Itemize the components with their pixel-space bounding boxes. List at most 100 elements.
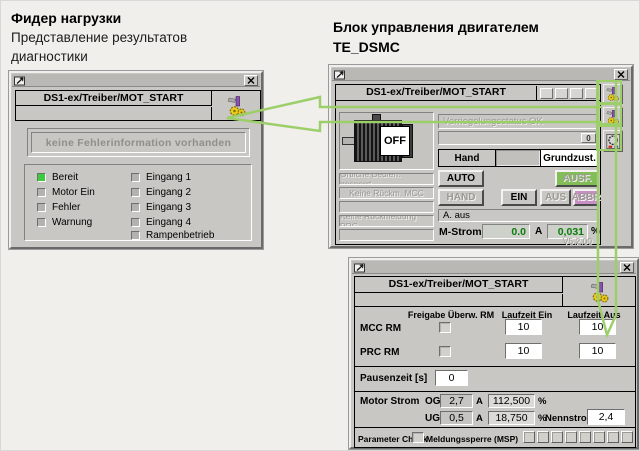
heading-left: Фидер нагрузки Представление результатов… xyxy=(11,8,187,66)
window1-subheader-bar xyxy=(16,107,212,120)
msp-checkbox[interactable] xyxy=(523,431,535,443)
row-label-prc: PRC RM xyxy=(360,347,399,358)
faceplate-icon-button-1[interactable] xyxy=(603,84,623,104)
alarm-cell xyxy=(540,88,553,99)
mstrom-label: M-Strom xyxy=(439,226,482,238)
status-bar-empty-2 xyxy=(339,229,434,241)
msp-checkbox[interactable] xyxy=(537,431,549,443)
indicator-label: Bereit xyxy=(52,172,78,183)
led-eingang-1 xyxy=(131,173,140,182)
close-button[interactable] xyxy=(244,75,258,86)
msp-checkbox[interactable] xyxy=(551,431,563,443)
pause-field[interactable]: 0 xyxy=(435,370,468,386)
og-pct-field[interactable]: 112,500 xyxy=(488,394,535,408)
no-error-message: keine Fehlerinformation vorhanden xyxy=(46,137,232,149)
prc-laufzeit-aus-field[interactable]: 10 xyxy=(579,343,616,359)
window-motor-control: DS1-ex/Treiber/MOT_START OFF Örtliche Be… xyxy=(329,65,633,248)
status-bar-prc: Keine Rückmeldung PRC xyxy=(339,215,434,227)
window3-panel: DS1-ex/Treiber/MOT_START Freigabe Überw.… xyxy=(354,276,636,448)
mode-middle-cell xyxy=(496,150,540,166)
mstrom-pct-unit: % xyxy=(591,226,600,237)
window2-header: DS1-ex/Treiber/MOT_START xyxy=(336,85,600,101)
col-header-freigabe: Freigabe Überw. RM xyxy=(401,310,501,320)
tools-icon xyxy=(590,281,610,303)
divider xyxy=(355,366,635,367)
status-bar-mcc: Keine Rückm. MCC xyxy=(339,187,434,199)
window-parameters: DS1-ex/Treiber/MOT_START Freigabe Überw.… xyxy=(349,258,639,449)
ack-button[interactable]: 0 xyxy=(581,133,596,143)
prc-rm-checkbox[interactable] xyxy=(439,346,451,357)
alarm-cell xyxy=(555,88,568,99)
aus-button[interactable]: AUS xyxy=(540,189,571,206)
tools-icon xyxy=(606,109,620,125)
status-bar-local-op: Örtliche Bedien. gesperrt xyxy=(339,173,434,185)
indicator-label: Motor Ein xyxy=(52,187,95,198)
indicator-label: Rampenbetrieb xyxy=(146,230,214,241)
close-button[interactable] xyxy=(620,262,634,273)
mstrom-amps-field: 0.0 xyxy=(482,224,530,239)
led-eingang-3 xyxy=(131,203,140,212)
window-icon xyxy=(334,69,346,80)
auto-button[interactable]: AUTO xyxy=(438,170,484,187)
pause-label: Pausenzeit [s] xyxy=(360,373,427,384)
version-label: V5.2.00 xyxy=(563,236,592,246)
msp-checkbox[interactable] xyxy=(607,431,619,443)
mcc-laufzeit-aus-field[interactable]: 10 xyxy=(579,319,616,335)
mcc-laufzeit-ein-field[interactable]: 10 xyxy=(505,319,542,335)
heading-right-line1: Блок управления двигателем xyxy=(333,17,539,37)
ug-pct-field[interactable]: 18,750 xyxy=(488,411,535,425)
ug-unit: A xyxy=(476,413,483,424)
mcc-rm-checkbox[interactable] xyxy=(439,322,451,333)
ein-button[interactable]: EIN xyxy=(501,189,537,206)
alarm-cell-strip xyxy=(536,86,598,100)
abbr-button[interactable]: ABBR xyxy=(573,189,599,206)
indicator-label: Warnung xyxy=(52,217,92,228)
indicator-label: Eingang 1 xyxy=(146,172,191,183)
motor-state-box: OFF xyxy=(380,126,410,156)
window3-subheader-bar xyxy=(355,294,563,306)
row-label-mcc: MCC RM xyxy=(360,323,401,334)
window2-titlebar[interactable] xyxy=(332,68,630,81)
screenshot-canvas: Фидер нагрузки Представление результатов… xyxy=(0,0,640,451)
msp-checkbox[interactable] xyxy=(579,431,591,443)
parameter-icon-button[interactable] xyxy=(603,130,623,152)
alarm-cell xyxy=(585,88,598,99)
faceplate-icon-button-2[interactable] xyxy=(603,107,623,127)
indicator-label: Eingang 3 xyxy=(146,202,191,213)
led-warnung xyxy=(37,218,46,227)
tools-icon xyxy=(227,95,247,117)
heading-left-sub2: диагностики xyxy=(11,47,187,66)
og-unit: A xyxy=(476,396,483,407)
led-eingang-4 xyxy=(131,218,140,227)
prc-laufzeit-ein-field[interactable]: 10 xyxy=(505,343,542,359)
faceplate-title: DS1-ex/Treiber/MOT_START xyxy=(16,91,212,106)
indicator-groupbox: Bereit Motor Ein Fehler Warnung Eingang … xyxy=(24,164,252,241)
msp-checkbox[interactable] xyxy=(621,431,633,443)
nennstrom-field[interactable]: 2,4 xyxy=(587,409,625,425)
led-rampenbetrieb xyxy=(131,231,140,240)
window3-titlebar[interactable] xyxy=(352,261,636,274)
ug-amps-field[interactable]: 0,5 xyxy=(440,411,473,425)
mode-state-label: Grundzust. xyxy=(540,150,598,166)
close-icon xyxy=(247,77,255,84)
faceplate-title: DS1-ex/Treiber/MOT_START xyxy=(341,86,531,98)
hand-button[interactable]: HAND xyxy=(438,189,484,206)
parameter-icon xyxy=(606,133,621,150)
indicator-label: Eingang 2 xyxy=(146,187,191,198)
led-bereit xyxy=(37,173,46,182)
tools-icon xyxy=(606,86,620,102)
ug-label: UG xyxy=(425,413,440,424)
heading-left-sub1: Представление результатов xyxy=(11,28,187,47)
window1-titlebar[interactable] xyxy=(12,74,260,87)
message-frame: keine Fehlerinformation vorhanden xyxy=(27,128,250,157)
mstrom-amps-unit: A xyxy=(535,226,542,237)
param-check-checkbox[interactable] xyxy=(412,432,424,443)
led-eingang-2 xyxy=(131,188,140,197)
ausf-button[interactable]: AUSF. xyxy=(555,170,599,187)
msp-checkbox[interactable] xyxy=(565,431,577,443)
og-amps-field[interactable]: 2,7 xyxy=(440,394,473,408)
status-bar-empty-1 xyxy=(339,201,434,213)
close-button[interactable] xyxy=(614,69,628,80)
msp-checkbox[interactable] xyxy=(593,431,605,443)
window1-header-icon-cell xyxy=(213,91,261,120)
